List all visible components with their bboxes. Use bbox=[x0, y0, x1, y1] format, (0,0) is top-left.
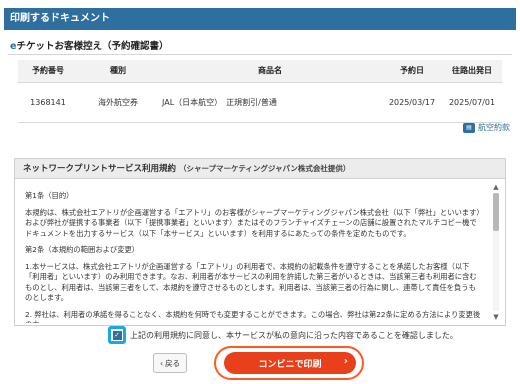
chevron-left-icon: ‹ bbox=[160, 358, 163, 368]
col-header-departure-date: 往路出発日 bbox=[442, 60, 502, 83]
scroll-down-icon[interactable]: ▼ bbox=[491, 313, 501, 321]
agreement-row: ✓ 上記の利用規約に同意し、本サービスが私の意向に沿った内容であることを確認しま… bbox=[108, 326, 458, 344]
header-title: 印刷するドキュメント bbox=[10, 13, 110, 24]
cell-reservation-number: 1368141 bbox=[18, 82, 78, 123]
table-header-row: 予約番号 種別 商品名 予約日 往路出発日 bbox=[18, 60, 502, 83]
scroll-track[interactable] bbox=[493, 193, 499, 311]
document-icon: ▤ bbox=[463, 122, 475, 133]
col-header-booking-date: 予約日 bbox=[382, 60, 442, 83]
section-title-text: チケットお客様控え（予約確認書） bbox=[16, 41, 169, 52]
airline-terms-link[interactable]: ▤ 航空約款 bbox=[463, 122, 510, 133]
col-header-reservation-number: 予約番号 bbox=[18, 60, 78, 83]
back-button-label: 戻る bbox=[165, 358, 180, 368]
terms-title: ネットワークプリントサービス利用規約 bbox=[23, 164, 177, 174]
terms-subtitle: （シャープマーケティングジャパン株式会社提供） bbox=[178, 164, 351, 173]
terms-line: 第2条（本規約の範囲および変更） bbox=[25, 245, 140, 254]
cell-type: 海外航空券 bbox=[78, 82, 158, 123]
agreement-checkbox-highlight[interactable]: ✓ bbox=[108, 326, 126, 344]
agreement-checkbox[interactable]: ✓ bbox=[112, 330, 122, 340]
terms-panel: ネットワークプリントサービス利用規約 （シャープマーケティングジャパン株式会社提… bbox=[14, 158, 506, 326]
terms-text[interactable]: 第1条（目的） 本規約は、株式会社エアトリが企画運営する「エアトリ」のお客様がシ… bbox=[21, 189, 487, 323]
airline-terms-label: 航空約款 bbox=[478, 123, 510, 132]
scroll-thumb[interactable] bbox=[493, 193, 499, 231]
terms-paragraph: 2. 弊社は、利用者の承諾を得ることなく、本規約を何時でも変更することができます… bbox=[25, 309, 481, 324]
divider bbox=[8, 54, 512, 55]
col-header-product: 商品名 bbox=[158, 60, 382, 83]
cell-departure-date: 2025/07/01 bbox=[442, 82, 502, 123]
page-header: 印刷するドキュメント bbox=[4, 8, 516, 30]
terms-paragraph: 本規約は、株式会社エアトリが企画運営する「エアトリ」のお客様がシャープマーケティ… bbox=[25, 207, 481, 238]
col-header-type: 種別 bbox=[78, 60, 158, 83]
terms-paragraph: 1.本サービスは、株式会社エアトリが企画運営する「エアトリ」の利用者で、本規約の… bbox=[25, 261, 477, 303]
terms-line: 第1条（目的） bbox=[25, 191, 74, 200]
cell-product: JAL（日本航空） 正規割引/普通 bbox=[158, 82, 382, 123]
table-row: 1368141 海外航空券 JAL（日本航空） 正規割引/普通 2025/03/… bbox=[18, 82, 502, 123]
chevron-right-icon: › bbox=[343, 356, 348, 367]
print-button-label: コンビニで印刷 bbox=[258, 359, 322, 370]
agreement-label[interactable]: 上記の利用規約に同意し、本サービスが私の意向に沿った内容であることを確認しました… bbox=[130, 330, 458, 341]
scroll-up-icon[interactable]: ▲ bbox=[491, 183, 501, 191]
section-title: eチケットお客様控え（予約確認書） bbox=[10, 38, 168, 52]
terms-scrollbar[interactable]: ▲ ▼ bbox=[491, 183, 501, 323]
print-at-convenience-store-button[interactable]: コンビニで印刷 › bbox=[224, 352, 356, 374]
reservation-table: 予約番号 種別 商品名 予約日 往路出発日 1368141 海外航空券 JAL（… bbox=[18, 60, 502, 123]
terms-header: ネットワークプリントサービス利用規約 （シャープマーケティングジャパン株式会社提… bbox=[15, 159, 505, 179]
back-button[interactable]: ‹ 戻る bbox=[153, 353, 187, 373]
cell-booking-date: 2025/03/17 bbox=[382, 82, 442, 123]
